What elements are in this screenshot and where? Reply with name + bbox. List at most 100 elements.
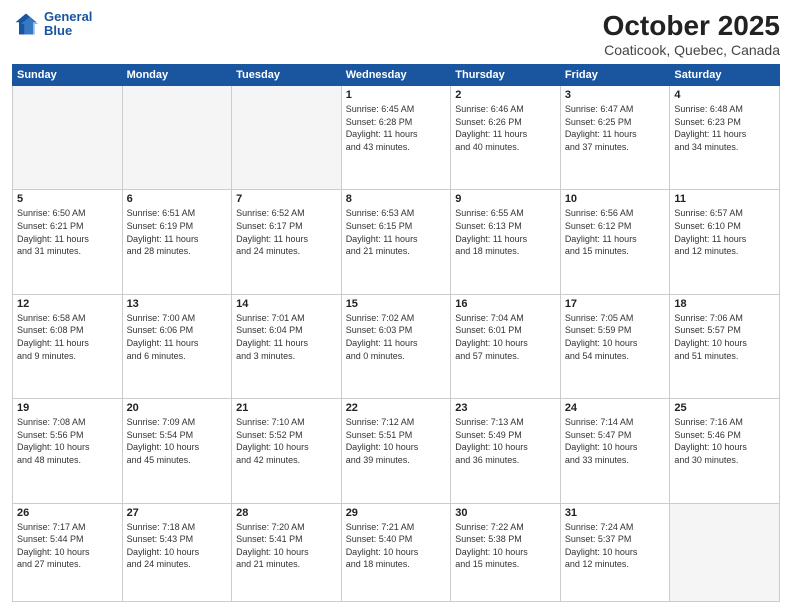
- day-number: 17: [565, 298, 666, 310]
- day-info: Sunrise: 7:12 AM Sunset: 5:51 PM Dayligh…: [346, 416, 447, 466]
- day-number: 7: [236, 193, 337, 205]
- day-number: 21: [236, 402, 337, 414]
- day-number: 19: [17, 402, 118, 414]
- page: General Blue October 2025 Coaticook, Que…: [0, 0, 792, 612]
- day-number: 14: [236, 298, 337, 310]
- day-number: 15: [346, 298, 447, 310]
- day-info: Sunrise: 6:46 AM Sunset: 6:26 PM Dayligh…: [455, 103, 556, 153]
- calendar-cell: 13 Sunrise: 7:00 AM Sunset: 6:06 PM Dayli…: [122, 294, 232, 398]
- day-number: 3: [565, 89, 666, 101]
- day-number: 25: [674, 402, 775, 414]
- day-info: Sunrise: 6:47 AM Sunset: 6:25 PM Dayligh…: [565, 103, 666, 153]
- day-number: 13: [127, 298, 228, 310]
- calendar-cell: 27 Sunrise: 7:18 AM Sunset: 5:43 PM Dayli…: [122, 503, 232, 601]
- logo: General Blue: [12, 10, 92, 39]
- day-info: Sunrise: 7:16 AM Sunset: 5:46 PM Dayligh…: [674, 416, 775, 466]
- header: General Blue October 2025 Coaticook, Que…: [12, 10, 780, 58]
- calendar-cell: 24 Sunrise: 7:14 AM Sunset: 5:47 PM Dayli…: [560, 399, 670, 503]
- calendar-week: 1 Sunrise: 6:45 AM Sunset: 6:28 PM Daylig…: [13, 86, 780, 190]
- day-number: 29: [346, 507, 447, 519]
- calendar-cell: 16Sunrise: 7:04 AM Sunset: 6:01 PM Dayli…: [451, 294, 561, 398]
- day-info: Sunrise: 6:51 AM Sunset: 6:19 PM Dayligh…: [127, 207, 228, 257]
- day-info: Sunrise: 7:21 AM Sunset: 5:40 PM Dayligh…: [346, 521, 447, 571]
- day-number: 6: [127, 193, 228, 205]
- weekday-header: Monday: [122, 65, 232, 86]
- day-info: Sunrise: 7:09 AM Sunset: 5:54 PM Dayligh…: [127, 416, 228, 466]
- day-number: 26: [17, 507, 118, 519]
- logo-text: General Blue: [44, 10, 92, 39]
- day-number: 24: [565, 402, 666, 414]
- day-info: Sunrise: 7:00 AM Sunset: 6:06 PM Dayligh…: [127, 312, 228, 362]
- location-title: Coaticook, Quebec, Canada: [603, 42, 780, 58]
- weekday-header: Tuesday: [232, 65, 342, 86]
- day-info: Sunrise: 7:06 AM Sunset: 5:57 PM Dayligh…: [674, 312, 775, 362]
- day-number: 27: [127, 507, 228, 519]
- day-info: Sunrise: 7:01 AM Sunset: 6:04 PM Dayligh…: [236, 312, 337, 362]
- weekday-header: Friday: [560, 65, 670, 86]
- day-number: 9: [455, 193, 556, 205]
- day-info: Sunrise: 6:48 AM Sunset: 6:23 PM Dayligh…: [674, 103, 775, 153]
- day-info: Sunrise: 7:14 AM Sunset: 5:47 PM Dayligh…: [565, 416, 666, 466]
- calendar-cell: 4 Sunrise: 6:48 AM Sunset: 6:23 PM Daylig…: [670, 86, 780, 190]
- calendar-cell: 26Sunrise: 7:17 AM Sunset: 5:44 PM Dayli…: [13, 503, 123, 601]
- day-info: Sunrise: 6:55 AM Sunset: 6:13 PM Dayligh…: [455, 207, 556, 257]
- calendar-week: 5 Sunrise: 6:50 AM Sunset: 6:21 PM Daylig…: [13, 190, 780, 294]
- calendar-cell: [122, 86, 232, 190]
- day-info: Sunrise: 7:20 AM Sunset: 5:41 PM Dayligh…: [236, 521, 337, 571]
- day-info: Sunrise: 6:45 AM Sunset: 6:28 PM Dayligh…: [346, 103, 447, 153]
- header-row: SundayMondayTuesdayWednesdayThursdayFrid…: [13, 65, 780, 86]
- calendar-week: 26Sunrise: 7:17 AM Sunset: 5:44 PM Dayli…: [13, 503, 780, 601]
- day-info: Sunrise: 7:04 AM Sunset: 6:01 PM Dayligh…: [455, 312, 556, 362]
- calendar-cell: 29 Sunrise: 7:21 AM Sunset: 5:40 PM Dayli…: [341, 503, 451, 601]
- calendar-cell: 6 Sunrise: 6:51 AM Sunset: 6:19 PM Daylig…: [122, 190, 232, 294]
- calendar-cell: 14 Sunrise: 7:01 AM Sunset: 6:04 PM Dayli…: [232, 294, 342, 398]
- day-number: 10: [565, 193, 666, 205]
- calendar-cell: 17 Sunrise: 7:05 AM Sunset: 5:59 PM Dayli…: [560, 294, 670, 398]
- calendar-cell: 28 Sunrise: 7:20 AM Sunset: 5:41 PM Dayli…: [232, 503, 342, 601]
- calendar-cell: 25 Sunrise: 7:16 AM Sunset: 5:46 PM Dayli…: [670, 399, 780, 503]
- calendar-cell: 23 Sunrise: 7:13 AM Sunset: 5:49 PM Dayli…: [451, 399, 561, 503]
- day-number: 18: [674, 298, 775, 310]
- calendar-week: 12 Sunrise: 6:58 AM Sunset: 6:08 PM Dayli…: [13, 294, 780, 398]
- day-number: 20: [127, 402, 228, 414]
- calendar-cell: [232, 86, 342, 190]
- day-info: Sunrise: 7:13 AM Sunset: 5:49 PM Dayligh…: [455, 416, 556, 466]
- weekday-header: Wednesday: [341, 65, 451, 86]
- calendar-cell: 19Sunrise: 7:08 AM Sunset: 5:56 PM Dayli…: [13, 399, 123, 503]
- calendar: SundayMondayTuesdayWednesdayThursdayFrid…: [12, 64, 780, 602]
- calendar-cell: 1 Sunrise: 6:45 AM Sunset: 6:28 PM Daylig…: [341, 86, 451, 190]
- calendar-cell: 18 Sunrise: 7:06 AM Sunset: 5:57 PM Dayli…: [670, 294, 780, 398]
- calendar-cell: 7Sunrise: 6:52 AM Sunset: 6:17 PM Daylig…: [232, 190, 342, 294]
- day-number: 12: [17, 298, 118, 310]
- calendar-cell: 22Sunrise: 7:12 AM Sunset: 5:51 PM Dayli…: [341, 399, 451, 503]
- day-number: 1: [346, 89, 447, 101]
- day-number: 28: [236, 507, 337, 519]
- calendar-cell: [670, 503, 780, 601]
- weekday-header: Saturday: [670, 65, 780, 86]
- calendar-cell: 10Sunrise: 6:56 AM Sunset: 6:12 PM Dayli…: [560, 190, 670, 294]
- weekday-header: Thursday: [451, 65, 561, 86]
- day-info: Sunrise: 6:50 AM Sunset: 6:21 PM Dayligh…: [17, 207, 118, 257]
- day-number: 2: [455, 89, 556, 101]
- day-number: 30: [455, 507, 556, 519]
- calendar-cell: 15Sunrise: 7:02 AM Sunset: 6:03 PM Dayli…: [341, 294, 451, 398]
- calendar-week: 19Sunrise: 7:08 AM Sunset: 5:56 PM Dayli…: [13, 399, 780, 503]
- day-info: Sunrise: 6:53 AM Sunset: 6:15 PM Dayligh…: [346, 207, 447, 257]
- day-info: Sunrise: 7:10 AM Sunset: 5:52 PM Dayligh…: [236, 416, 337, 466]
- calendar-cell: 5 Sunrise: 6:50 AM Sunset: 6:21 PM Daylig…: [13, 190, 123, 294]
- day-info: Sunrise: 7:05 AM Sunset: 5:59 PM Dayligh…: [565, 312, 666, 362]
- day-info: Sunrise: 7:24 AM Sunset: 5:37 PM Dayligh…: [565, 521, 666, 571]
- day-number: 4: [674, 89, 775, 101]
- day-info: Sunrise: 6:58 AM Sunset: 6:08 PM Dayligh…: [17, 312, 118, 362]
- day-info: Sunrise: 7:18 AM Sunset: 5:43 PM Dayligh…: [127, 521, 228, 571]
- calendar-cell: [13, 86, 123, 190]
- calendar-cell: 11Sunrise: 6:57 AM Sunset: 6:10 PM Dayli…: [670, 190, 780, 294]
- day-info: Sunrise: 7:22 AM Sunset: 5:38 PM Dayligh…: [455, 521, 556, 571]
- day-number: 5: [17, 193, 118, 205]
- month-title: October 2025: [603, 10, 780, 42]
- calendar-cell: 30 Sunrise: 7:22 AM Sunset: 5:38 PM Dayli…: [451, 503, 561, 601]
- day-number: 23: [455, 402, 556, 414]
- calendar-cell: 8Sunrise: 6:53 AM Sunset: 6:15 PM Daylig…: [341, 190, 451, 294]
- calendar-cell: 31Sunrise: 7:24 AM Sunset: 5:37 PM Dayli…: [560, 503, 670, 601]
- logo-icon: [12, 10, 40, 38]
